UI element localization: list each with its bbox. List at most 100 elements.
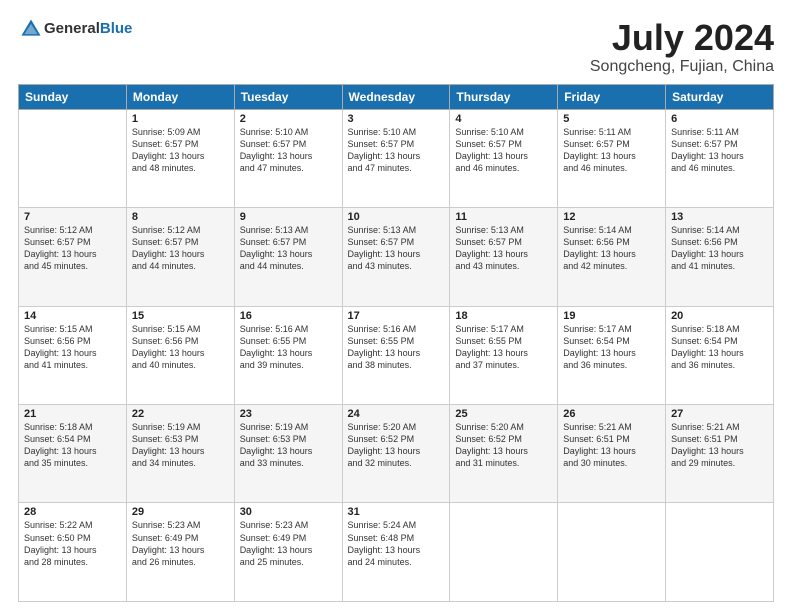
week-row-2: 7Sunrise: 5:12 AM Sunset: 6:57 PM Daylig…	[19, 208, 774, 306]
col-header-tuesday: Tuesday	[234, 84, 342, 109]
cell-content: Sunrise: 5:13 AM Sunset: 6:57 PM Dayligh…	[240, 224, 337, 273]
logo: GeneralBlue	[18, 18, 132, 40]
cell-content: Sunrise: 5:21 AM Sunset: 6:51 PM Dayligh…	[671, 421, 768, 470]
day-number: 24	[348, 408, 445, 420]
calendar-cell: 28Sunrise: 5:22 AM Sunset: 6:50 PM Dayli…	[19, 503, 127, 602]
calendar-table: SundayMondayTuesdayWednesdayThursdayFrid…	[18, 84, 774, 602]
calendar-cell: 23Sunrise: 5:19 AM Sunset: 6:53 PM Dayli…	[234, 405, 342, 503]
week-row-3: 14Sunrise: 5:15 AM Sunset: 6:56 PM Dayli…	[19, 306, 774, 404]
calendar-cell: 22Sunrise: 5:19 AM Sunset: 6:53 PM Dayli…	[126, 405, 234, 503]
day-number: 12	[563, 211, 660, 223]
cell-content: Sunrise: 5:12 AM Sunset: 6:57 PM Dayligh…	[24, 224, 121, 273]
week-row-1: 1Sunrise: 5:09 AM Sunset: 6:57 PM Daylig…	[19, 109, 774, 207]
calendar-cell: 31Sunrise: 5:24 AM Sunset: 6:48 PM Dayli…	[342, 503, 450, 602]
calendar-cell: 24Sunrise: 5:20 AM Sunset: 6:52 PM Dayli…	[342, 405, 450, 503]
calendar-cell: 4Sunrise: 5:10 AM Sunset: 6:57 PM Daylig…	[450, 109, 558, 207]
day-number: 13	[671, 211, 768, 223]
cell-content: Sunrise: 5:15 AM Sunset: 6:56 PM Dayligh…	[132, 323, 229, 372]
calendar-cell	[450, 503, 558, 602]
cell-content: Sunrise: 5:19 AM Sunset: 6:53 PM Dayligh…	[132, 421, 229, 470]
page: GeneralBlue July 2024 Songcheng, Fujian,…	[0, 0, 792, 612]
day-number: 10	[348, 211, 445, 223]
cell-content: Sunrise: 5:16 AM Sunset: 6:55 PM Dayligh…	[240, 323, 337, 372]
day-number: 2	[240, 113, 337, 125]
day-number: 7	[24, 211, 121, 223]
calendar-cell: 2Sunrise: 5:10 AM Sunset: 6:57 PM Daylig…	[234, 109, 342, 207]
calendar-cell: 9Sunrise: 5:13 AM Sunset: 6:57 PM Daylig…	[234, 208, 342, 306]
calendar-cell: 16Sunrise: 5:16 AM Sunset: 6:55 PM Dayli…	[234, 306, 342, 404]
calendar-cell: 29Sunrise: 5:23 AM Sunset: 6:49 PM Dayli…	[126, 503, 234, 602]
col-header-friday: Friday	[558, 84, 666, 109]
header-row: SundayMondayTuesdayWednesdayThursdayFrid…	[19, 84, 774, 109]
cell-content: Sunrise: 5:22 AM Sunset: 6:50 PM Dayligh…	[24, 519, 121, 568]
cell-content: Sunrise: 5:10 AM Sunset: 6:57 PM Dayligh…	[240, 126, 337, 175]
cell-content: Sunrise: 5:13 AM Sunset: 6:57 PM Dayligh…	[455, 224, 552, 273]
day-number: 14	[24, 310, 121, 322]
calendar-cell: 18Sunrise: 5:17 AM Sunset: 6:55 PM Dayli…	[450, 306, 558, 404]
col-header-wednesday: Wednesday	[342, 84, 450, 109]
col-header-sunday: Sunday	[19, 84, 127, 109]
col-header-thursday: Thursday	[450, 84, 558, 109]
calendar-cell: 21Sunrise: 5:18 AM Sunset: 6:54 PM Dayli…	[19, 405, 127, 503]
calendar-cell: 14Sunrise: 5:15 AM Sunset: 6:56 PM Dayli…	[19, 306, 127, 404]
calendar-cell: 27Sunrise: 5:21 AM Sunset: 6:51 PM Dayli…	[666, 405, 774, 503]
cell-content: Sunrise: 5:18 AM Sunset: 6:54 PM Dayligh…	[671, 323, 768, 372]
col-header-monday: Monday	[126, 84, 234, 109]
calendar-cell: 7Sunrise: 5:12 AM Sunset: 6:57 PM Daylig…	[19, 208, 127, 306]
day-number: 3	[348, 113, 445, 125]
week-row-4: 21Sunrise: 5:18 AM Sunset: 6:54 PM Dayli…	[19, 405, 774, 503]
calendar-cell: 26Sunrise: 5:21 AM Sunset: 6:51 PM Dayli…	[558, 405, 666, 503]
cell-content: Sunrise: 5:20 AM Sunset: 6:52 PM Dayligh…	[348, 421, 445, 470]
day-number: 15	[132, 310, 229, 322]
day-number: 30	[240, 506, 337, 518]
cell-content: Sunrise: 5:13 AM Sunset: 6:57 PM Dayligh…	[348, 224, 445, 273]
calendar-cell	[666, 503, 774, 602]
day-number: 26	[563, 408, 660, 420]
cell-content: Sunrise: 5:11 AM Sunset: 6:57 PM Dayligh…	[563, 126, 660, 175]
month-title: July 2024	[590, 18, 774, 58]
day-number: 31	[348, 506, 445, 518]
calendar-cell: 8Sunrise: 5:12 AM Sunset: 6:57 PM Daylig…	[126, 208, 234, 306]
col-header-saturday: Saturday	[666, 84, 774, 109]
day-number: 29	[132, 506, 229, 518]
calendar-cell	[19, 109, 127, 207]
calendar-cell: 25Sunrise: 5:20 AM Sunset: 6:52 PM Dayli…	[450, 405, 558, 503]
calendar-cell: 30Sunrise: 5:23 AM Sunset: 6:49 PM Dayli…	[234, 503, 342, 602]
calendar-cell: 12Sunrise: 5:14 AM Sunset: 6:56 PM Dayli…	[558, 208, 666, 306]
calendar-cell: 20Sunrise: 5:18 AM Sunset: 6:54 PM Dayli…	[666, 306, 774, 404]
day-number: 28	[24, 506, 121, 518]
calendar-cell	[558, 503, 666, 602]
cell-content: Sunrise: 5:20 AM Sunset: 6:52 PM Dayligh…	[455, 421, 552, 470]
week-row-5: 28Sunrise: 5:22 AM Sunset: 6:50 PM Dayli…	[19, 503, 774, 602]
calendar-cell: 11Sunrise: 5:13 AM Sunset: 6:57 PM Dayli…	[450, 208, 558, 306]
cell-content: Sunrise: 5:23 AM Sunset: 6:49 PM Dayligh…	[240, 519, 337, 568]
calendar-cell: 6Sunrise: 5:11 AM Sunset: 6:57 PM Daylig…	[666, 109, 774, 207]
cell-content: Sunrise: 5:19 AM Sunset: 6:53 PM Dayligh…	[240, 421, 337, 470]
day-number: 8	[132, 211, 229, 223]
day-number: 25	[455, 408, 552, 420]
cell-content: Sunrise: 5:16 AM Sunset: 6:55 PM Dayligh…	[348, 323, 445, 372]
calendar-cell: 17Sunrise: 5:16 AM Sunset: 6:55 PM Dayli…	[342, 306, 450, 404]
day-number: 11	[455, 211, 552, 223]
calendar-cell: 13Sunrise: 5:14 AM Sunset: 6:56 PM Dayli…	[666, 208, 774, 306]
location-title: Songcheng, Fujian, China	[590, 58, 774, 76]
logo-icon	[20, 18, 42, 40]
cell-content: Sunrise: 5:18 AM Sunset: 6:54 PM Dayligh…	[24, 421, 121, 470]
day-number: 27	[671, 408, 768, 420]
calendar-cell: 19Sunrise: 5:17 AM Sunset: 6:54 PM Dayli…	[558, 306, 666, 404]
day-number: 1	[132, 113, 229, 125]
day-number: 19	[563, 310, 660, 322]
day-number: 9	[240, 211, 337, 223]
cell-content: Sunrise: 5:09 AM Sunset: 6:57 PM Dayligh…	[132, 126, 229, 175]
cell-content: Sunrise: 5:15 AM Sunset: 6:56 PM Dayligh…	[24, 323, 121, 372]
day-number: 20	[671, 310, 768, 322]
calendar-cell: 3Sunrise: 5:10 AM Sunset: 6:57 PM Daylig…	[342, 109, 450, 207]
day-number: 23	[240, 408, 337, 420]
calendar-cell: 5Sunrise: 5:11 AM Sunset: 6:57 PM Daylig…	[558, 109, 666, 207]
title-block: July 2024 Songcheng, Fujian, China	[590, 18, 774, 76]
cell-content: Sunrise: 5:14 AM Sunset: 6:56 PM Dayligh…	[563, 224, 660, 273]
cell-content: Sunrise: 5:14 AM Sunset: 6:56 PM Dayligh…	[671, 224, 768, 273]
day-number: 22	[132, 408, 229, 420]
day-number: 4	[455, 113, 552, 125]
cell-content: Sunrise: 5:24 AM Sunset: 6:48 PM Dayligh…	[348, 519, 445, 568]
